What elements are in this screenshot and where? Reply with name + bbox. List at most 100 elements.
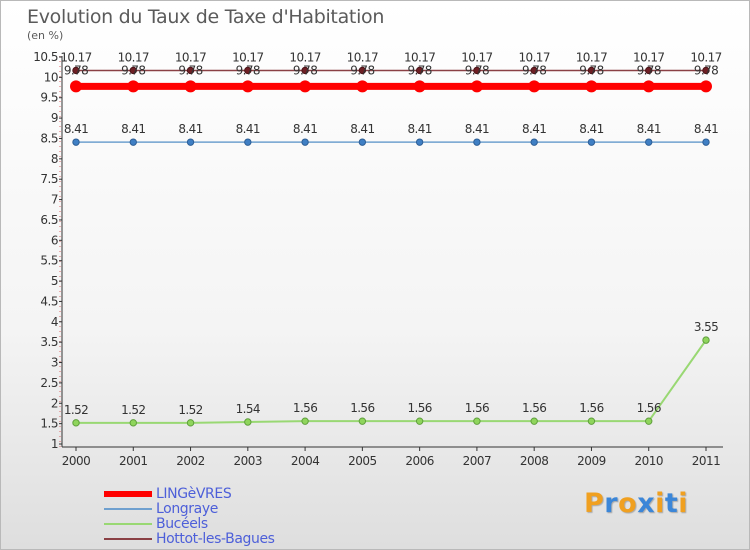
- y-tick-label: 10.5: [33, 50, 58, 64]
- data-label-longraye: 8.41: [694, 122, 718, 136]
- legend-swatch-hottot-les-bagues: [104, 538, 152, 540]
- line-chart: 11.522.533.544.555.566.577.588.599.51010…: [33, 50, 723, 468]
- data-point-buceels: [244, 418, 252, 426]
- data-label-buceels: 1.56: [407, 401, 431, 415]
- legend-label-hottot-les-bagues: Hottot-les-Bagues: [156, 531, 275, 547]
- y-tick-label: 6.5: [40, 213, 58, 227]
- legend-label-lingevres: LINGèVRES: [156, 486, 232, 502]
- y-tick-label: 2: [51, 396, 58, 410]
- data-label-buceels: 1.56: [522, 401, 546, 415]
- data-label-lingevres: 9.78: [694, 63, 718, 77]
- data-label-buceels: 1.52: [64, 403, 88, 417]
- data-label-buceels: 1.52: [121, 403, 145, 417]
- data-label-layer: 10.17 10.17 10.17 10.17 10.17 10.17 10.17 10.17…: [60, 50, 722, 417]
- x-tick-label: 2001: [119, 454, 148, 468]
- data-point-lingevres: [299, 80, 312, 93]
- legend-swatch-buceels: [104, 523, 152, 525]
- data-label-buceels: 1.56: [293, 401, 317, 415]
- data-point-lingevres: [470, 80, 483, 93]
- data-label-buceels: 1.54: [236, 402, 260, 416]
- legend-label-longraye: Longraye: [156, 501, 218, 517]
- data-label-lingevres: 9.78: [121, 63, 145, 77]
- x-tick-label: 2008: [520, 454, 549, 468]
- x-tick-label: 2009: [577, 454, 606, 468]
- data-label-lingevres: 9.78: [522, 63, 546, 77]
- data-label-longraye: 8.41: [293, 122, 317, 136]
- y-tick-label: 4.5: [40, 294, 58, 308]
- data-point-lingevres: [70, 80, 82, 93]
- data-label-longraye: 8.41: [121, 122, 145, 136]
- y-tick-label: 2.5: [40, 376, 58, 390]
- data-label-hottot-les-bagues: 10.17: [576, 50, 607, 64]
- data-label-longraye: 8.41: [637, 122, 661, 136]
- data-point-longraye: [186, 138, 195, 146]
- data-point-lingevres: [642, 80, 655, 93]
- data-point-lingevres: [241, 80, 254, 93]
- chart-frame: Evolution du Taux de Taxe d'Habitation (…: [0, 0, 750, 550]
- x-tick-label: 2000: [62, 454, 91, 468]
- data-label-hottot-les-bagues: 10.17: [232, 50, 263, 64]
- legend-swatch-lingevres: [104, 491, 152, 497]
- x-tick-label: 2010: [634, 454, 663, 468]
- data-label-longraye: 8.41: [465, 122, 489, 136]
- data-label-hottot-les-bagues: 10.17: [404, 50, 435, 64]
- data-point-longraye: [587, 138, 596, 146]
- data-label-buceels: 1.56: [579, 401, 603, 415]
- proxiti-logo: Proxiti: [584, 488, 688, 519]
- logo-letter: i: [655, 488, 665, 519]
- data-label-hottot-les-bagues: 10.17: [118, 50, 149, 64]
- data-point-buceels: [530, 417, 538, 425]
- data-label-buceels: 1.56: [350, 401, 374, 415]
- y-tick-label: 8: [51, 152, 58, 166]
- y-tick-label: 3.5: [40, 335, 58, 349]
- data-point-longraye: [301, 138, 309, 146]
- x-tick-label: 2003: [234, 454, 263, 468]
- data-point-lingevres: [585, 80, 598, 93]
- y-tick-label: 10: [44, 70, 58, 84]
- x-tick-label: 2011: [692, 454, 721, 468]
- data-label-hottot-les-bagues: 10.17: [519, 50, 550, 64]
- y-tick-label: 7: [51, 193, 58, 207]
- x-tick-label: 2005: [348, 454, 377, 468]
- data-point-longraye: [244, 138, 252, 146]
- data-point-buceels: [587, 417, 596, 425]
- data-point-buceels: [702, 336, 710, 344]
- y-tick-label: 8.5: [40, 131, 58, 145]
- data-point-longraye: [358, 138, 367, 146]
- y-tick-label: 1.5: [40, 417, 58, 431]
- series-line-buceels: [76, 339, 707, 424]
- data-point-buceels: [415, 417, 424, 425]
- data-point-longraye: [702, 138, 710, 146]
- data-label-hottot-les-bagues: 10.17: [690, 50, 721, 64]
- y-tick-label: 1: [51, 437, 58, 451]
- data-point-lingevres: [413, 80, 426, 93]
- data-label-lingevres: 9.78: [293, 63, 317, 77]
- legend-swatch-longraye: [104, 508, 152, 510]
- data-point-buceels: [358, 417, 367, 425]
- data-label-hottot-les-bagues: 10.17: [347, 50, 378, 64]
- data-label-lingevres: 9.78: [579, 63, 603, 77]
- y-tick-label: 5: [51, 274, 58, 288]
- data-label-hottot-les-bagues: 10.17: [461, 50, 492, 64]
- data-point-longraye: [530, 138, 538, 146]
- logo-letter: t: [664, 488, 679, 519]
- data-label-buceels: 3.55: [694, 320, 718, 334]
- data-point-lingevres: [127, 80, 140, 93]
- y-tick-label: 7.5: [40, 172, 58, 186]
- data-point-lingevres: [356, 80, 369, 93]
- data-point-longraye: [415, 138, 424, 146]
- logo-letter: o: [618, 488, 638, 519]
- data-point-buceels: [301, 417, 309, 425]
- data-label-longraye: 8.41: [236, 122, 260, 136]
- y-tick-label: 9.5: [40, 91, 58, 105]
- data-label-hottot-les-bagues: 10.17: [60, 50, 91, 64]
- y-tick-label: 5.5: [40, 254, 58, 268]
- data-point-longraye: [129, 138, 137, 146]
- y-tick-label: 4: [51, 315, 58, 329]
- data-label-lingevres: 9.78: [64, 63, 88, 77]
- logo-letter: P: [584, 488, 605, 519]
- logo-letter: x: [637, 488, 656, 519]
- data-label-hottot-les-bagues: 10.17: [175, 50, 206, 64]
- data-point-buceels: [129, 419, 137, 427]
- data-point-buceels: [186, 419, 195, 427]
